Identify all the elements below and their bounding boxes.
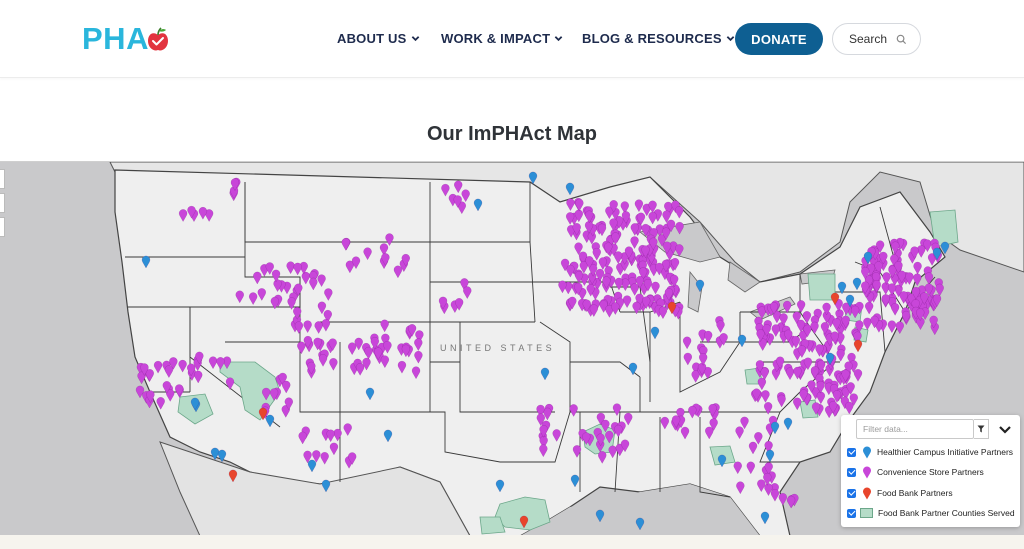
nav-about-us[interactable]: ABOUT US [337,31,420,46]
green-area-swatch-icon [860,508,873,518]
page-title: Our ImPHAct Map [426,123,598,145]
legend-label: Food Bank Partner Counties Served [878,508,1015,518]
checkbox-healthier-campus[interactable] [847,447,856,457]
legend-label: Food Bank Partners [877,488,953,498]
donate-button[interactable]: DONATE [735,23,823,55]
legend-item-food-bank-counties[interactable]: Food Bank Partner Counties Served [847,506,1017,520]
chevron-down-icon [999,426,1011,434]
filter-button[interactable] [974,419,989,439]
map-legend: Healthier Campus Initiative Partners Con… [841,415,1020,527]
collapse-legend-button[interactable] [996,420,1014,438]
pha-logo[interactable]: PHA [82,22,169,56]
legend-label: Healthier Campus Initiative Partners [877,447,1014,457]
legend-item-healthier-campus[interactable]: Healthier Campus Initiative Partners [847,445,1017,459]
checkbox-food-bank-counties[interactable] [847,508,856,518]
search-label: Search [849,32,888,46]
page-footer-band [0,535,1024,549]
zoom-in-button[interactable] [0,169,5,189]
chevron-down-icon [411,36,419,42]
nav-about-us-label: ABOUT US [337,31,407,46]
search-icon [896,34,907,45]
chevron-down-icon [726,36,735,42]
checkbox-food-bank[interactable] [847,488,856,498]
chevron-down-icon [554,36,563,42]
county-area[interactable] [479,516,506,535]
funnel-icon [977,425,985,433]
blue-map-pin-icon [863,445,871,458]
filter-data-input[interactable] [856,419,974,439]
zoom-out-button[interactable] [0,193,5,213]
legend-item-food-bank[interactable]: Food Bank Partners [847,486,1017,500]
apple-icon [147,27,168,51]
checkbox-convenience-store[interactable] [847,467,856,477]
country-label: UNITED STATES [440,343,555,353]
reset-view-button[interactable] [0,217,5,237]
logo-text: PHA [82,21,149,56]
purple-map-pin-icon [863,465,871,478]
nav-blog-resources[interactable]: BLOG & RESOURCES [582,31,735,46]
nav-work-impact-label: WORK & IMPACT [441,31,551,46]
legend-item-convenience-store[interactable]: Convenience Store Partners [847,465,1017,479]
nav-work-impact[interactable]: WORK & IMPACT [441,31,563,46]
nav-blog-resources-label: BLOG & RESOURCES [582,31,722,46]
legend-label: Convenience Store Partners [877,467,984,477]
search-box[interactable]: Search [832,23,921,55]
site-header: PHA ABOUT US WORK & IMPACT BLOG & RESOUR… [0,0,1024,78]
red-map-pin-icon [863,486,871,499]
